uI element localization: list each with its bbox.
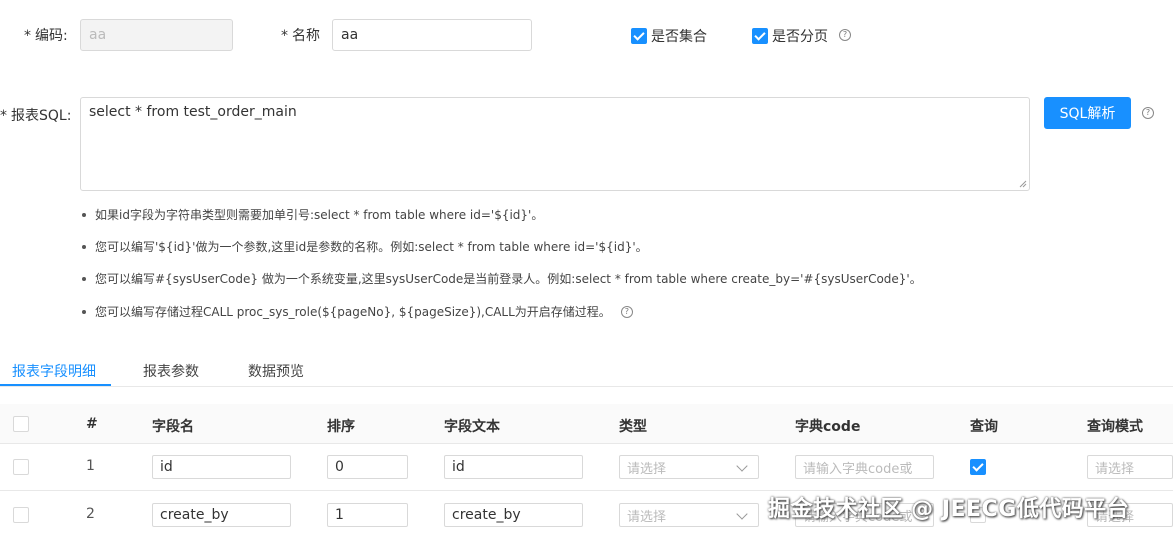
tip-item: 您可以编写'${id}'做为一个参数,这里id是参数的名称。例如:select … — [82, 238, 648, 255]
tip-item: 如果id字段为字符串类型则需要加单引号:select * from table … — [82, 206, 543, 223]
is-paged-checkbox[interactable]: 是否分页 — [752, 26, 828, 46]
checkbox-checked-icon[interactable] — [631, 28, 647, 44]
code-label: * 编码: — [24, 28, 68, 44]
order-input[interactable]: 1 — [327, 503, 408, 527]
code-input[interactable]: aa — [80, 19, 233, 51]
column-header-query: 查询 — [970, 419, 998, 435]
tab-field-details[interactable]: 报表字段明细 — [12, 361, 96, 381]
column-header-field-text: 字段文本 — [444, 419, 500, 435]
chevron-down-icon — [736, 508, 748, 520]
field-text-input[interactable]: id — [444, 455, 583, 479]
tab-data-preview[interactable]: 数据预览 — [248, 361, 304, 381]
checkbox-checked-icon[interactable] — [752, 28, 768, 44]
row-checkbox[interactable] — [13, 507, 29, 523]
type-select[interactable]: 请选择 — [619, 503, 759, 527]
help-icon[interactable]: ? — [620, 305, 633, 318]
sql-parse-button[interactable]: SQL解析 — [1044, 97, 1131, 129]
sql-textarea[interactable]: select * from test_order_main — [80, 97, 1030, 191]
field-name-input[interactable]: id — [152, 455, 291, 479]
bullet-icon — [82, 276, 86, 281]
tip-item: 您可以编写#{sysUserCode} 做为一个系统变量,这里sysUserCo… — [82, 270, 922, 287]
name-label: * 名称 — [281, 28, 320, 44]
column-header-query-mode: 查询模式 — [1087, 419, 1143, 435]
bullet-icon — [82, 244, 86, 249]
query-checkbox[interactable] — [970, 459, 986, 475]
row-checkbox[interactable] — [13, 459, 29, 475]
column-header-type: 类型 — [619, 419, 647, 435]
help-icon[interactable]: ? — [1142, 107, 1154, 119]
is-collection-checkbox[interactable]: 是否集合 — [631, 26, 707, 46]
field-name-input[interactable]: create_by — [152, 503, 291, 527]
column-header-field-name: 字段名 — [152, 419, 194, 435]
is-collection-label: 是否集合 — [651, 29, 707, 45]
resize-handle-icon[interactable] — [1019, 180, 1027, 188]
dict-code-input[interactable]: 请输入字典code或 — [795, 455, 934, 479]
watermark: 掘金技术社区 @ JEECG低代码平台 — [768, 497, 1130, 522]
field-text-input[interactable]: create_by — [444, 503, 583, 527]
help-icon[interactable]: ? — [839, 29, 851, 41]
tip-item: 您可以编写存储过程CALL proc_sys_role(${pageNo}, $… — [82, 303, 633, 320]
column-header-index: # — [86, 416, 98, 432]
sql-label: * 报表SQL: — [0, 108, 72, 124]
bullet-icon — [82, 309, 86, 314]
is-paged-label: 是否分页 — [772, 29, 828, 45]
order-input[interactable]: 0 — [327, 455, 408, 479]
row-index: 1 — [86, 458, 95, 474]
name-input[interactable]: aa — [332, 19, 532, 51]
chevron-down-icon — [736, 460, 748, 472]
row-index: 2 — [86, 506, 95, 522]
tab-report-params[interactable]: 报表参数 — [143, 361, 199, 381]
column-header-dict-code: 字典code — [795, 419, 861, 435]
bullet-icon — [82, 212, 86, 217]
type-select[interactable]: 请选择 — [619, 455, 759, 479]
query-mode-select[interactable]: 请选择 — [1087, 455, 1173, 479]
column-header-order: 排序 — [327, 419, 355, 435]
tabs-divider — [0, 386, 1173, 387]
select-all-checkbox[interactable] — [13, 416, 29, 432]
